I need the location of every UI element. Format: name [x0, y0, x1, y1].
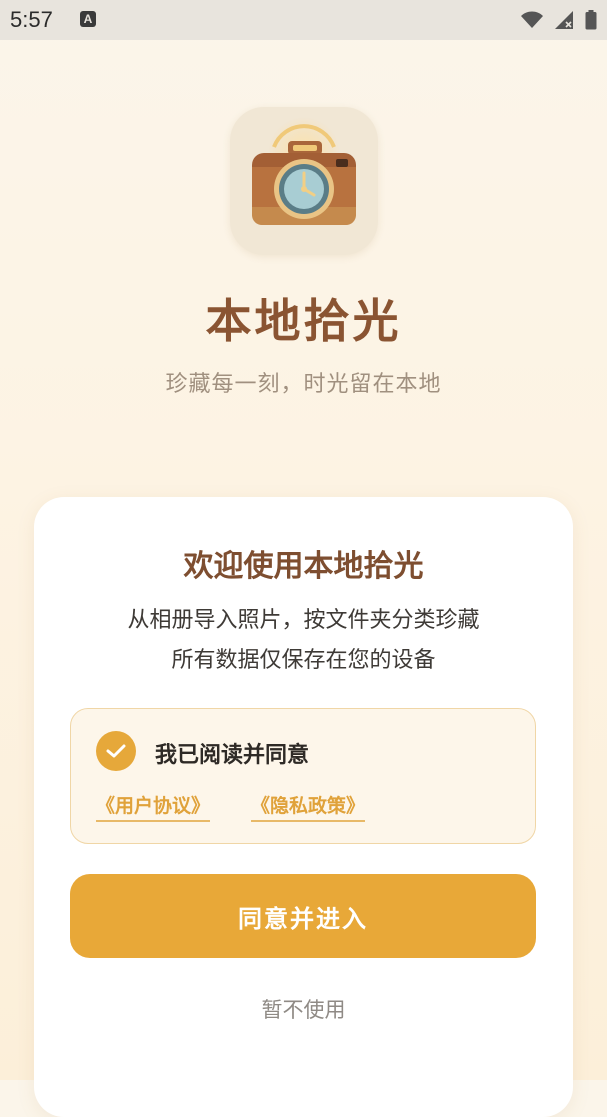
status-bar: 5:57 A	[0, 0, 607, 40]
not-now-button[interactable]: 暂不使用	[34, 994, 573, 1024]
privacy-policy-link[interactable]: 《隐私政策》	[251, 791, 366, 822]
app-icon	[230, 107, 378, 255]
battery-icon	[585, 9, 597, 29]
agree-and-enter-button[interactable]: 同意并进入	[70, 874, 536, 958]
app-slogan: 珍藏每一刻，时光留在本地	[165, 372, 442, 397]
signal-icon	[554, 10, 573, 29]
welcome-title: 欢迎使用本地拾光	[183, 549, 424, 584]
app-name: 本地拾光	[205, 294, 402, 348]
check-icon	[106, 744, 126, 758]
agree-checkbox[interactable]	[96, 731, 136, 771]
user-agreement-link[interactable]: 《用户协议》	[96, 791, 211, 822]
description-line-2: 所有数据仅保存在您的设备	[171, 648, 436, 673]
camera-icon	[252, 117, 356, 225]
status-time: 5:57	[10, 7, 53, 32]
agreement-box: 我已阅读并同意 《用户协议》 《隐私政策》	[70, 708, 536, 844]
agree-label: 我已阅读并同意	[155, 743, 310, 768]
status-icons	[515, 9, 597, 31]
notification-badge: A	[80, 11, 96, 27]
welcome-card: 欢迎使用本地拾光 从相册导入照片，按文件夹分类珍藏 所有数据仅保存在您的设备 我…	[34, 497, 573, 1117]
wifi-icon	[520, 11, 543, 28]
description-line-1: 从相册导入照片，按文件夹分类珍藏	[127, 608, 480, 633]
welcome-description: 从相册导入照片，按文件夹分类珍藏 所有数据仅保存在您的设备	[34, 601, 573, 681]
